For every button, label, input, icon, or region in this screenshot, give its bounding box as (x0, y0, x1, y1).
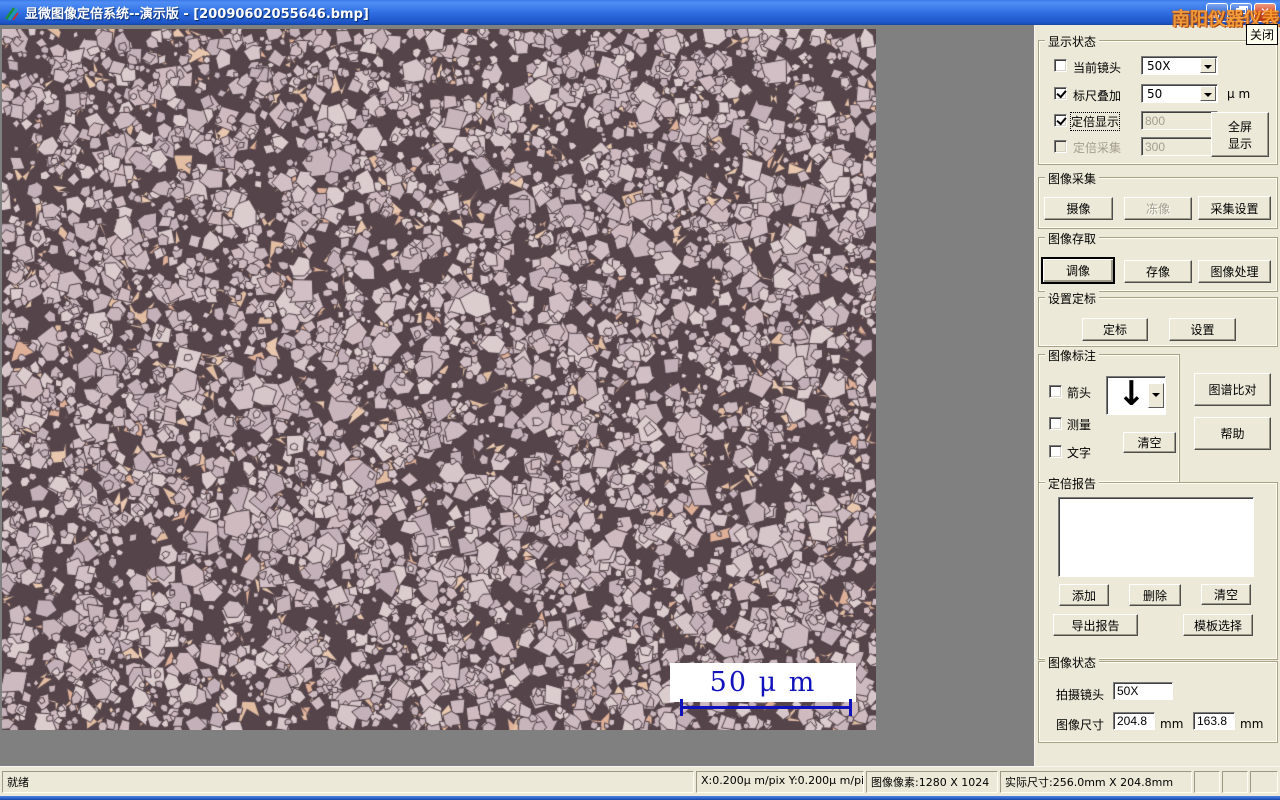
capture-settings-button[interactable]: 采集设置 (1198, 196, 1271, 220)
group-calibration: 设置定标 (1038, 290, 1278, 347)
image-size-label: 图像尺寸 (1056, 718, 1105, 732)
status-blank (1222, 771, 1248, 793)
arrow-style-select[interactable]: ↓ (1106, 374, 1166, 415)
calibrate-button[interactable]: 定标 (1082, 318, 1148, 341)
report-clear-button[interactable]: 清空 (1201, 584, 1251, 605)
export-report-button[interactable]: 导出报告 (1053, 614, 1138, 636)
arrow-label: 箭头 (1067, 386, 1092, 400)
micrograph-view[interactable]: 50 μ m (2, 29, 876, 730)
chevron-down-icon (1152, 393, 1160, 401)
ruler-value-select[interactable]: 50 (1141, 84, 1218, 103)
check-icon (1056, 114, 1067, 126)
window-title: 显微图像定倍系统--演示版 - [20090602055646.bmp] (25, 7, 369, 22)
status-blank (1250, 771, 1278, 793)
micrograph-canvas[interactable] (2, 29, 876, 730)
image-height-value (1193, 712, 1235, 730)
current-lens-select[interactable]: 50X (1141, 56, 1218, 75)
status-ready: 就绪 (2, 771, 694, 793)
group-title: 设置定标 (1045, 290, 1100, 307)
ruler-unit-label: μ m (1227, 87, 1251, 101)
chevron-down-icon (1204, 65, 1212, 73)
calibration-settings-button[interactable]: 设置 (1169, 318, 1236, 341)
text-label: 文字 (1067, 446, 1092, 460)
checkbox-ruler-overlay[interactable] (1054, 87, 1067, 100)
save-image-button[interactable]: 存像 (1124, 260, 1192, 283)
close-tooltip: 关闭 (1246, 24, 1279, 45)
dropdown-button[interactable] (1200, 86, 1216, 101)
help-button[interactable]: 帮助 (1194, 417, 1271, 450)
control-panel: 显示状态 当前镜头 50X 标尺叠加 50 μ m 定倍显示 定倍采集 全屏 显… (1034, 25, 1280, 766)
chevron-down-icon (1204, 93, 1212, 101)
scale-bar-tick (849, 699, 852, 716)
status-actual-size: 实际尺寸:256.0mm X 204.8mm (1000, 771, 1192, 793)
current-lens-label: 当前镜头 (1073, 61, 1122, 75)
status-bar: 就绪 X:0.200μ m/pix Y:0.200μ m/pix 图像像素:12… (0, 766, 1280, 796)
fixed-display-input (1141, 111, 1218, 130)
scale-bar-overlay: 50 μ m (670, 663, 856, 702)
group-title: 定倍报告 (1045, 475, 1100, 492)
group-title: 图像存取 (1045, 230, 1100, 247)
fixed-capture-input (1141, 137, 1218, 156)
width-unit-label: mm (1160, 717, 1184, 731)
app-window: 显微图像定倍系统--演示版 - [20090602055646.bmp] ✕ 南… (0, 0, 1280, 800)
report-add-button[interactable]: 添加 (1059, 584, 1109, 606)
combo-value: 50X (1147, 59, 1171, 73)
checkbox-measure[interactable] (1049, 417, 1062, 430)
title-bar: 显微图像定倍系统--演示版 - [20090602055646.bmp] ✕ (0, 0, 1280, 25)
height-unit-label: mm (1240, 717, 1264, 731)
image-process-button[interactable]: 图像处理 (1198, 260, 1271, 283)
scale-bar-label: 50 μ m (709, 667, 817, 698)
window-bottom-border (0, 796, 1280, 800)
checkbox-current-lens[interactable] (1054, 59, 1067, 72)
group-title: 图像采集 (1045, 170, 1100, 187)
status-blank (1194, 771, 1220, 793)
checkbox-arrow[interactable] (1049, 385, 1062, 398)
group-title: 图像状态 (1045, 654, 1100, 671)
fixed-display-label: 定倍显示 (1069, 112, 1121, 131)
checkbox-fixed-capture (1054, 140, 1067, 153)
app-icon (5, 6, 19, 21)
freeze-button: 冻像 (1124, 197, 1192, 220)
group-title: 显示状态 (1045, 33, 1100, 50)
annotation-clear-button[interactable]: 清空 (1123, 432, 1176, 453)
fixed-capture-label: 定倍采集 (1073, 141, 1122, 155)
template-select-button[interactable]: 模板选择 (1183, 614, 1253, 636)
report-delete-button[interactable]: 删除 (1129, 584, 1181, 606)
fullscreen-button[interactable]: 全屏 显示 (1211, 112, 1269, 157)
combo-value: 50 (1147, 87, 1163, 101)
status-pixels: 图像像素:1280 X 1024 (866, 771, 998, 793)
scale-bar-line (680, 706, 852, 709)
shoot-button[interactable]: 摄像 (1044, 197, 1113, 220)
group-title: 图像标注 (1045, 347, 1100, 364)
atlas-compare-button[interactable]: 图谱比对 (1194, 373, 1271, 406)
check-icon (1056, 87, 1067, 99)
ruler-overlay-label: 标尺叠加 (1073, 89, 1122, 103)
capture-lens-value (1113, 682, 1173, 700)
scale-bar-tick (680, 699, 683, 716)
dropdown-button[interactable] (1148, 383, 1164, 408)
capture-lens-label: 拍摄镜头 (1056, 688, 1105, 702)
measure-label: 测量 (1067, 418, 1092, 432)
checkbox-text[interactable] (1049, 445, 1062, 458)
report-listbox[interactable] (1058, 497, 1254, 577)
arrow-down-icon: ↓ (1117, 374, 1146, 414)
load-image-button[interactable]: 调像 (1041, 257, 1115, 284)
dropdown-button[interactable] (1200, 58, 1216, 73)
checkbox-fixed-display[interactable] (1054, 114, 1067, 127)
status-scale: X:0.200μ m/pix Y:0.200μ m/pix (696, 771, 864, 793)
image-width-value (1113, 712, 1155, 730)
